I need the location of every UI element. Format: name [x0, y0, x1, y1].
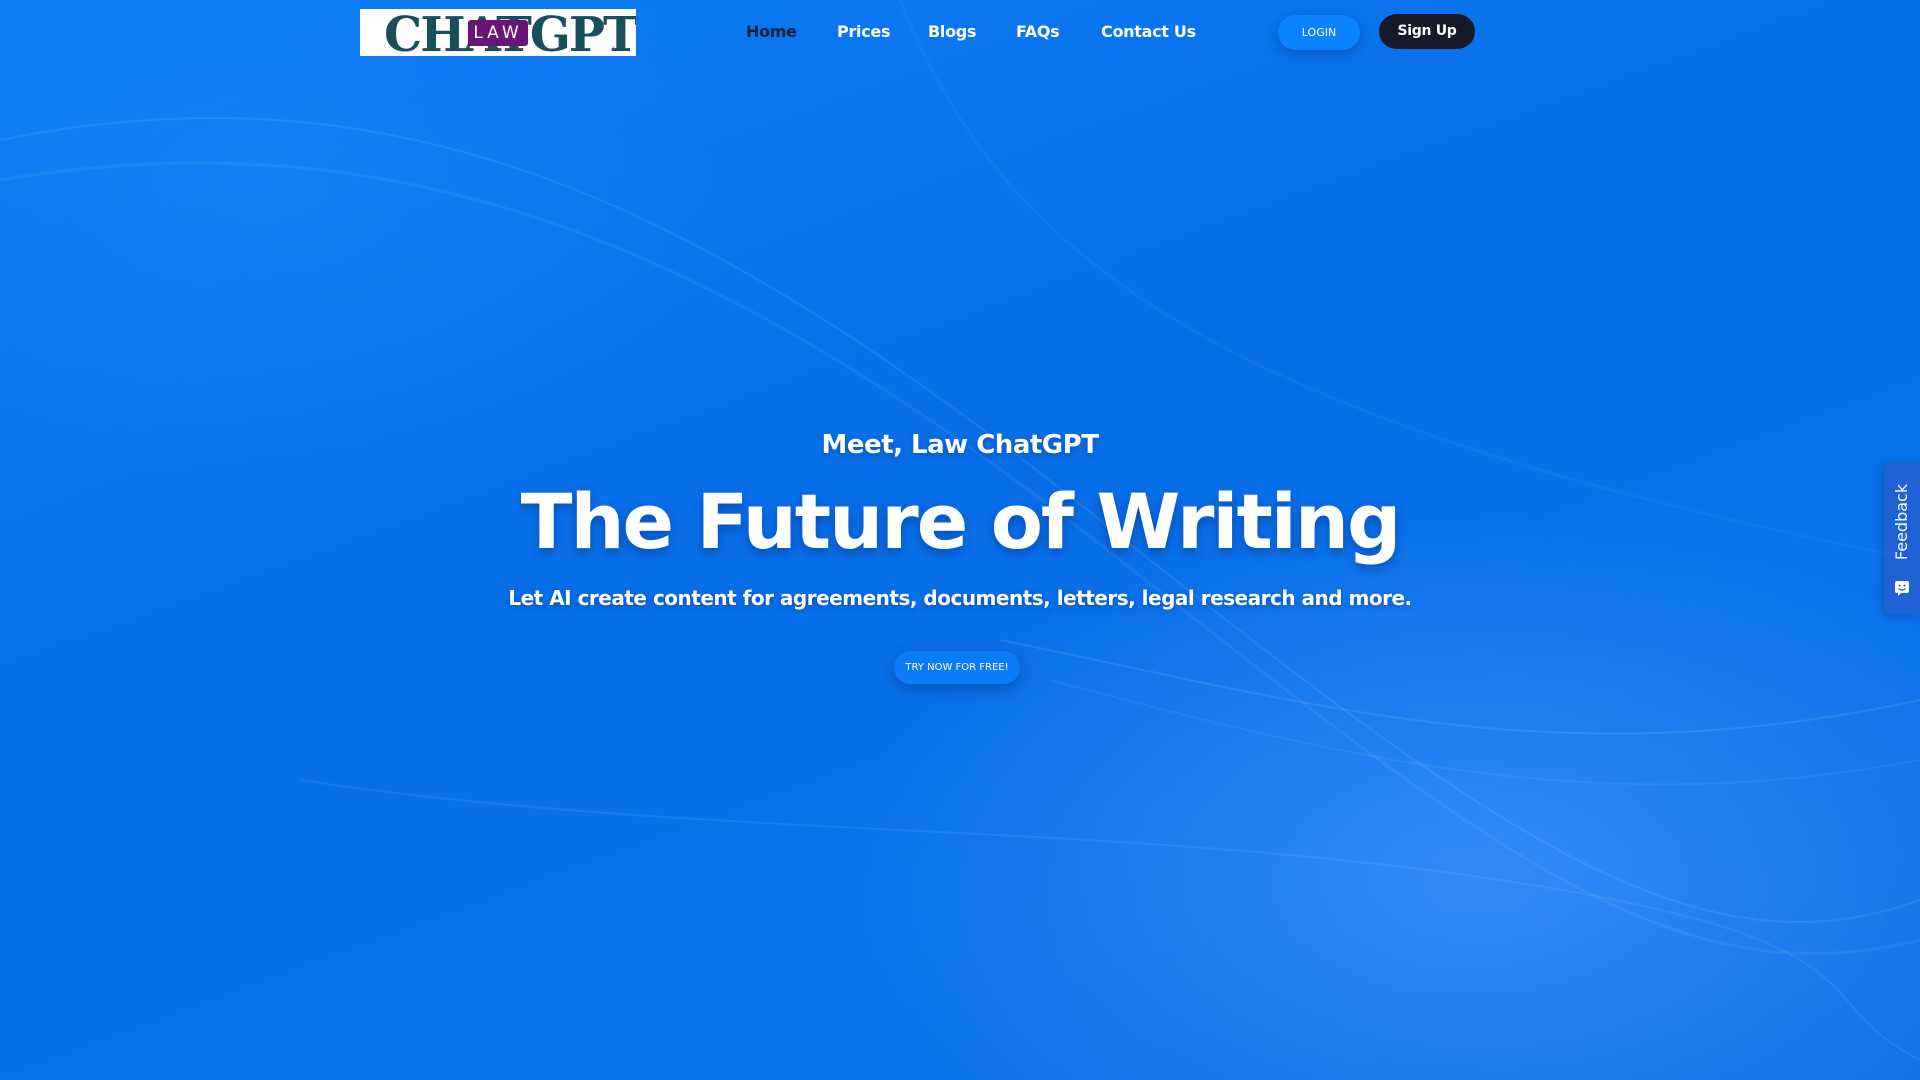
nav-item-contact-us[interactable]: Contact Us [1101, 21, 1196, 43]
nav-item-home[interactable]: Home [746, 21, 797, 43]
hero-description: Let AI create content for agreements, do… [508, 586, 1412, 610]
smile-chat-icon [1895, 581, 1909, 596]
nav-item-prices[interactable]: Prices [837, 21, 890, 43]
login-button[interactable]: LOGIN [1278, 15, 1360, 50]
logo-badge: LAW [468, 20, 528, 46]
hero-title: The Future of Writing [520, 477, 1402, 566]
feedback-tab[interactable]: Feedback [1884, 462, 1920, 614]
feedback-label: Feedback [1892, 483, 1911, 561]
logo-trademark: ™ [611, 46, 616, 52]
nav-item-faqs[interactable]: FAQs [1016, 21, 1060, 43]
try-now-button[interactable]: TRY NOW FOR FREE! [894, 651, 1020, 684]
sign-up-button[interactable]: Sign Up [1379, 14, 1475, 49]
hero-eyebrow: Meet, Law ChatGPT [821, 430, 1099, 460]
nav-item-blogs[interactable]: Blogs [928, 21, 976, 43]
site-logo[interactable]: CHATGPT LAW ™ [360, 9, 636, 56]
